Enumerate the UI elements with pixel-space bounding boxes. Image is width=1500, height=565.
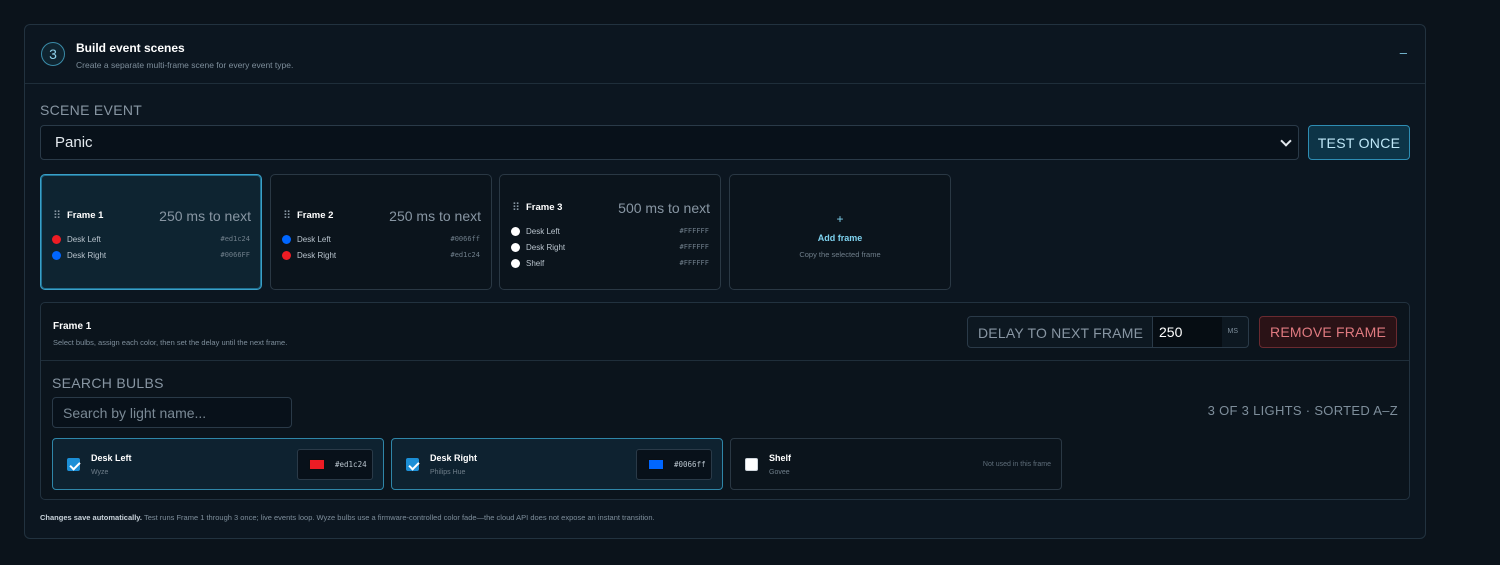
frame-name: Frame 2 [297,210,334,221]
frame-bulb-row: Desk Right #FFFFFF [511,242,709,254]
bulb-card-desk-left[interactable]: Desk Left Wyze #ed1c24 [52,438,384,490]
frame-bulb-hex: #ed1c24 [220,235,250,243]
color-dot-icon [52,235,61,244]
frame-editor: Frame 1 Select bulbs, assign each color,… [40,302,1410,500]
add-frame-button[interactable]: + Add frame Copy the selected frame [729,174,951,290]
bulb-name: Desk Left [91,453,132,463]
frame-bulb-row: Desk Right #ed1c24 [282,250,480,262]
delay-input[interactable]: 250 [1152,317,1222,347]
bulb-name: Desk Right [430,453,478,463]
scene-event-select[interactable]: Panic [40,125,1299,160]
bulb-card-shelf[interactable]: Shelf Govee Not used in this frame [730,438,1062,490]
add-frame-label: Add frame [817,233,863,243]
panel-title: Build event scenes [76,41,185,55]
bulb-card-desk-right[interactable]: Desk Right Philips Hue #0066ff [391,438,723,490]
color-dot-icon [511,259,520,268]
color-picker[interactable]: #ed1c24 [297,449,373,480]
panel-header[interactable]: 3 Build event scenes Create a separate m… [25,25,1425,84]
frame-bulb-hex: #ed1c24 [450,251,480,259]
frame-name: Frame 1 [67,210,104,221]
frame-editor-header: Frame 1 Select bulbs, assign each color,… [41,303,1409,361]
checkbox-icon[interactable] [67,458,80,471]
bulb-brand: Philips Hue [430,469,466,476]
delay-field: DELAY TO NEXT FRAME 250 MS [967,316,1249,348]
add-frame-subtitle: Copy the selected frame [799,250,881,259]
frame-editor-title: Frame 1 [53,321,92,332]
color-dot-icon [511,227,520,236]
frame-bulb-hex: #FFFFFF [679,227,709,235]
drag-handle-icon[interactable]: ⠿ [53,210,61,222]
frame-bulb-hex: #0066ff [450,235,480,243]
bulb-brand: Wyze [91,469,109,476]
frame-bulb-row: Desk Left #FFFFFF [511,226,709,238]
footer-bold: Changes save automatically. [40,513,142,522]
bulb-brand: Govee [769,469,790,476]
color-hex: #ed1c24 [335,460,367,469]
frame-bulb-name: Desk Left [526,227,560,236]
frame-card-2[interactable]: ⠿ Frame 2 250 ms to next Desk Left #0066… [270,174,492,290]
frame-bulb-row: Desk Right #0066FF [52,250,250,262]
frame-card-3[interactable]: ⠿ Frame 3 500 ms to next Desk Left #FFFF… [499,174,721,290]
footer-note: Changes save automatically. Test runs Fr… [40,513,655,522]
frame-card-1[interactable]: ⠿ Frame 1 250 ms to next Desk Left #ed1c… [40,174,262,290]
drag-handle-icon[interactable]: ⠿ [512,202,520,214]
drag-handle-icon[interactable]: ⠿ [283,210,291,222]
not-used-note: Not used in this frame [982,461,1051,468]
plus-icon: + [836,212,844,226]
checkbox-icon[interactable] [745,458,758,471]
collapse-icon[interactable]: – [1400,45,1407,60]
footer-text: Test runs Frame 1 through 3 once; live e… [142,513,655,522]
panel-subtitle: Create a separate multi-frame scene for … [76,60,294,70]
frame-delay: 250 ms to next [389,208,481,224]
frame-editor-subtitle: Select bulbs, assign each color, then se… [53,338,288,347]
color-dot-icon [282,235,291,244]
frame-bulb-row: Desk Left #0066ff [282,234,480,246]
frame-bulb-name: Desk Right [297,251,337,260]
color-hex: #0066ff [674,460,706,469]
scene-event-value: Panic [55,134,93,151]
step-number-badge: 3 [41,42,65,66]
frame-bulb-hex: #FFFFFF [679,243,709,251]
color-picker[interactable]: #0066ff [636,449,712,480]
remove-frame-button[interactable]: REMOVE FRAME [1259,316,1397,348]
frame-bulb-name: Shelf [526,259,545,268]
frame-delay: 250 ms to next [159,208,251,224]
frame-delay: 500 ms to next [618,200,710,216]
search-input[interactable] [52,397,292,428]
frame-bulb-name: Desk Right [526,243,566,252]
search-bulbs-label: SEARCH BULBS [52,375,164,391]
chevron-down-icon [1280,135,1292,147]
bulb-name: Shelf [769,453,792,463]
frame-bulb-name: Desk Right [67,251,107,260]
frame-bulb-row: Shelf #FFFFFF [511,258,709,270]
frame-bulb-hex: #0066FF [220,251,250,259]
frame-bulb-name: Desk Left [67,235,101,244]
checkbox-icon[interactable] [406,458,419,471]
color-dot-icon [52,251,61,260]
scene-event-label: SCENE EVENT [40,102,143,118]
delay-label: DELAY TO NEXT FRAME [978,325,1144,341]
frame-bulb-name: Desk Left [297,235,331,244]
color-dot-icon [511,243,520,252]
frame-name: Frame 3 [526,202,563,213]
frame-bulb-hex: #FFFFFF [679,259,709,267]
delay-unit: MS [1227,328,1239,335]
frame-bulb-row: Desk Left #ed1c24 [52,234,250,246]
color-swatch [309,459,325,470]
test-once-button[interactable]: TEST ONCE [1308,125,1410,160]
color-dot-icon [282,251,291,260]
color-swatch [648,459,664,470]
light-count: 3 OF 3 LIGHTS · SORTED A–Z [1207,403,1398,418]
